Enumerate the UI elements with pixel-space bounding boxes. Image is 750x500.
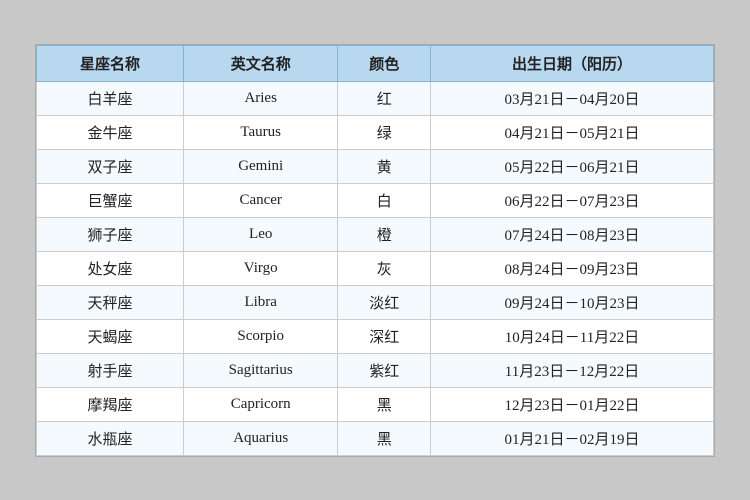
table-cell-5-1: Virgo xyxy=(183,251,337,285)
table-cell-2-3: 05月22日－06月21日 xyxy=(430,149,713,183)
table-cell-0-0: 白羊座 xyxy=(37,81,184,115)
table-cell-10-3: 01月21日－02月19日 xyxy=(430,421,713,455)
table-row: 天秤座Libra淡红09月24日－10月23日 xyxy=(37,285,714,319)
table-cell-4-0: 狮子座 xyxy=(37,217,184,251)
table-cell-9-0: 摩羯座 xyxy=(37,387,184,421)
zodiac-table: 星座名称 英文名称 颜色 出生日期（阳历） 白羊座Aries红03月21日－04… xyxy=(36,45,714,456)
table-row: 双子座Gemini黄05月22日－06月21日 xyxy=(37,149,714,183)
table-cell-8-3: 11月23日－12月22日 xyxy=(430,353,713,387)
table-cell-4-3: 07月24日－08月23日 xyxy=(430,217,713,251)
table-row: 天蝎座Scorpio深红10月24日－11月22日 xyxy=(37,319,714,353)
table-cell-10-1: Aquarius xyxy=(183,421,337,455)
table-cell-7-1: Scorpio xyxy=(183,319,337,353)
table-cell-0-3: 03月21日－04月20日 xyxy=(430,81,713,115)
table-row: 水瓶座Aquarius黑01月21日－02月19日 xyxy=(37,421,714,455)
table-row: 处女座Virgo灰08月24日－09月23日 xyxy=(37,251,714,285)
table-cell-6-1: Libra xyxy=(183,285,337,319)
zodiac-table-container: 星座名称 英文名称 颜色 出生日期（阳历） 白羊座Aries红03月21日－04… xyxy=(35,44,715,457)
table-cell-9-2: 黑 xyxy=(338,387,431,421)
table-cell-0-1: Aries xyxy=(183,81,337,115)
table-cell-3-2: 白 xyxy=(338,183,431,217)
table-cell-1-0: 金牛座 xyxy=(37,115,184,149)
table-cell-6-0: 天秤座 xyxy=(37,285,184,319)
table-cell-6-2: 淡红 xyxy=(338,285,431,319)
table-cell-8-1: Sagittarius xyxy=(183,353,337,387)
table-row: 射手座Sagittarius紫红11月23日－12月22日 xyxy=(37,353,714,387)
table-cell-2-1: Gemini xyxy=(183,149,337,183)
table-cell-1-2: 绿 xyxy=(338,115,431,149)
col-header-english-name: 英文名称 xyxy=(183,45,337,81)
table-cell-3-0: 巨蟹座 xyxy=(37,183,184,217)
table-cell-4-2: 橙 xyxy=(338,217,431,251)
col-header-chinese-name: 星座名称 xyxy=(37,45,184,81)
table-cell-6-3: 09月24日－10月23日 xyxy=(430,285,713,319)
table-cell-10-0: 水瓶座 xyxy=(37,421,184,455)
table-cell-7-3: 10月24日－11月22日 xyxy=(430,319,713,353)
table-cell-2-2: 黄 xyxy=(338,149,431,183)
table-cell-9-1: Capricorn xyxy=(183,387,337,421)
table-cell-5-2: 灰 xyxy=(338,251,431,285)
table-row: 摩羯座Capricorn黑12月23日－01月22日 xyxy=(37,387,714,421)
table-cell-1-3: 04月21日－05月21日 xyxy=(430,115,713,149)
table-cell-2-0: 双子座 xyxy=(37,149,184,183)
table-row: 金牛座Taurus绿04月21日－05月21日 xyxy=(37,115,714,149)
table-row: 狮子座Leo橙07月24日－08月23日 xyxy=(37,217,714,251)
table-header-row: 星座名称 英文名称 颜色 出生日期（阳历） xyxy=(37,45,714,81)
table-row: 巨蟹座Cancer白06月22日－07月23日 xyxy=(37,183,714,217)
table-cell-4-1: Leo xyxy=(183,217,337,251)
table-cell-9-3: 12月23日－01月22日 xyxy=(430,387,713,421)
table-cell-3-3: 06月22日－07月23日 xyxy=(430,183,713,217)
col-header-color: 颜色 xyxy=(338,45,431,81)
col-header-birthday: 出生日期（阳历） xyxy=(430,45,713,81)
table-cell-1-1: Taurus xyxy=(183,115,337,149)
table-cell-8-0: 射手座 xyxy=(37,353,184,387)
table-cell-0-2: 红 xyxy=(338,81,431,115)
table-cell-3-1: Cancer xyxy=(183,183,337,217)
table-row: 白羊座Aries红03月21日－04月20日 xyxy=(37,81,714,115)
table-cell-5-0: 处女座 xyxy=(37,251,184,285)
table-cell-7-2: 深红 xyxy=(338,319,431,353)
table-cell-8-2: 紫红 xyxy=(338,353,431,387)
table-cell-10-2: 黑 xyxy=(338,421,431,455)
table-cell-5-3: 08月24日－09月23日 xyxy=(430,251,713,285)
table-cell-7-0: 天蝎座 xyxy=(37,319,184,353)
